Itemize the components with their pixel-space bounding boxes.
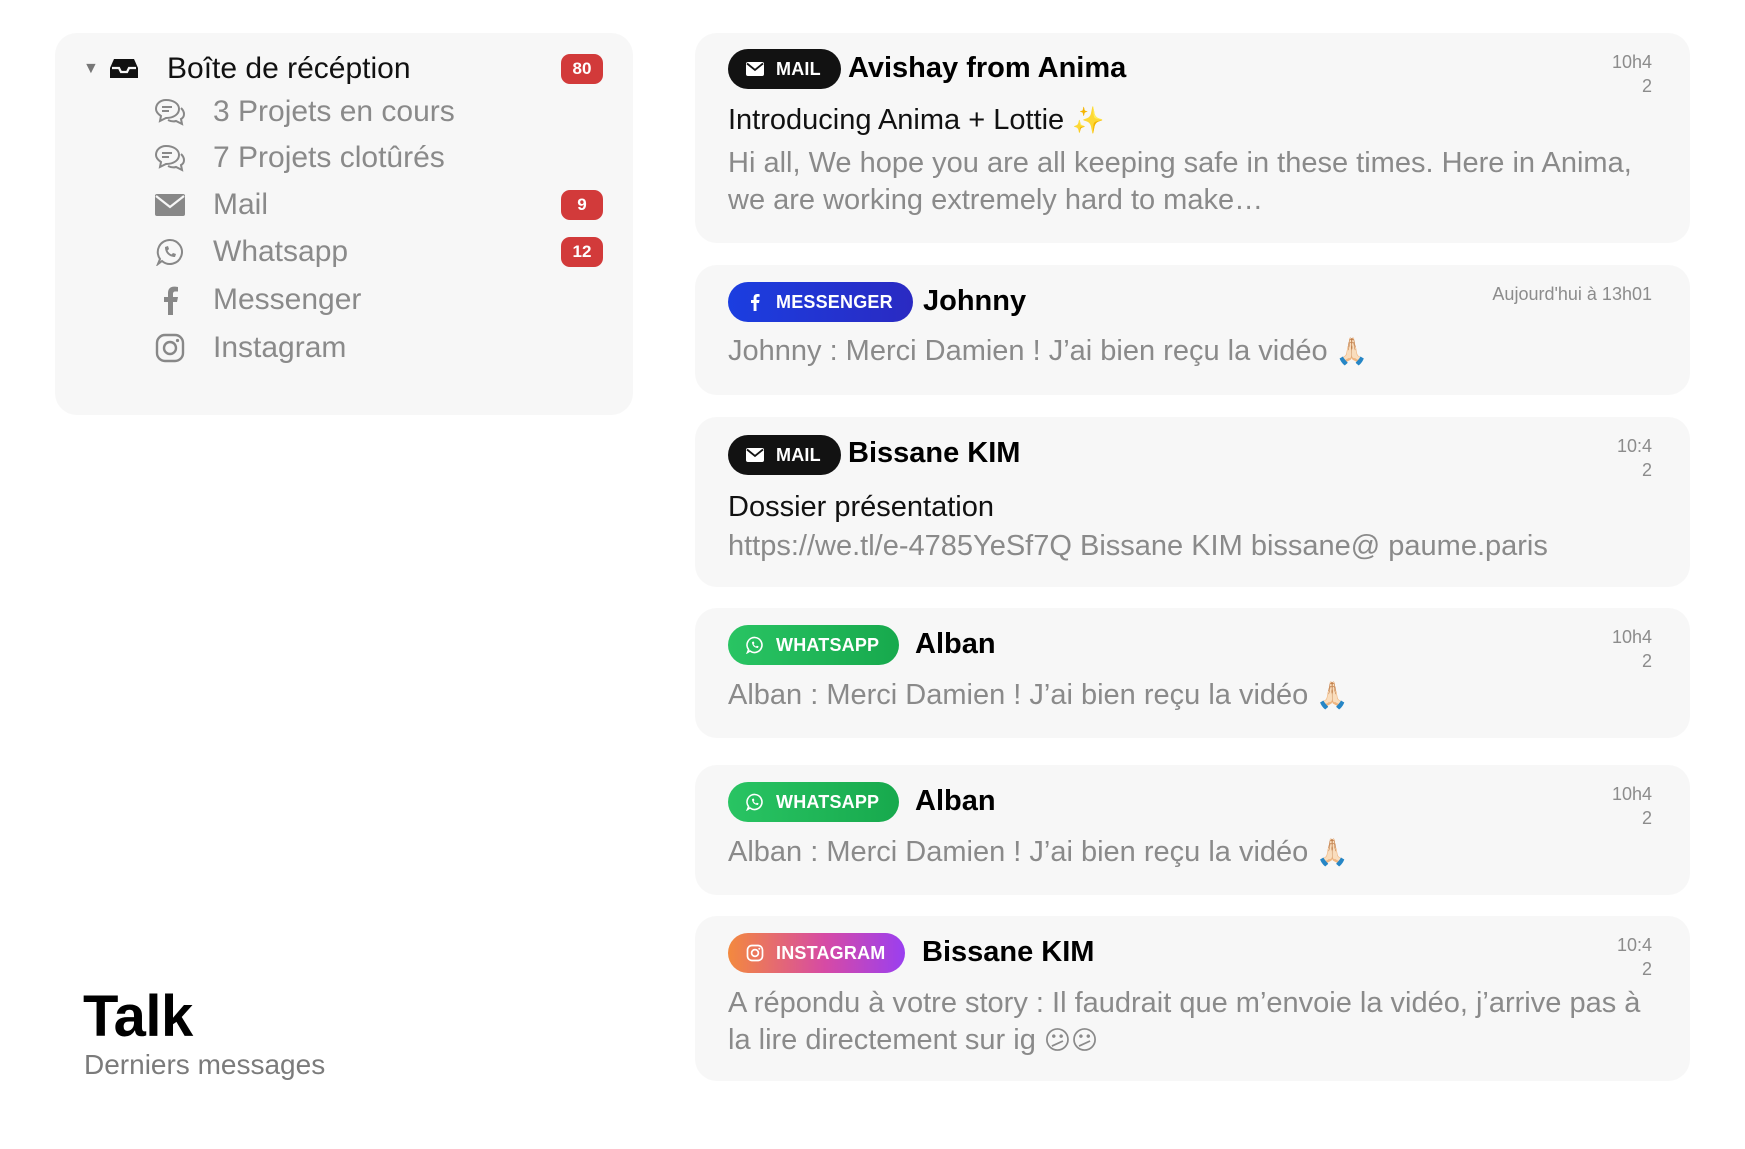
sidebar-item-label: Mail — [213, 188, 269, 221]
time-line: 2 — [1641, 651, 1652, 671]
chevron-down-icon[interactable]: ▼ — [83, 60, 109, 78]
message-card[interactable]: INSTAGRAM Bissane KIM 10:4 2 A répondu à… — [695, 916, 1690, 1081]
unread-count-badge: 9 — [561, 190, 603, 220]
message-time: 10h4 2 — [1582, 50, 1652, 98]
sidebar-item-instagram[interactable]: Instagram — [151, 328, 603, 368]
time-line: 2 — [1641, 76, 1652, 96]
message-time: Aujourd'hui à 13h01 — [1492, 284, 1652, 304]
chat-bubbles-icon — [151, 95, 189, 129]
preview-text: Johnny : Merci Damien ! J’ai bien reçu l… — [728, 335, 1328, 367]
sidebar-item-label: 7 Projets clotûrés — [213, 141, 445, 174]
whatsapp-icon — [746, 793, 764, 811]
message-preview: Johnny : Merci Damien ! J’ai bien reçu l… — [728, 333, 1654, 370]
unread-count-badge: 80 — [561, 54, 603, 84]
sidebar-item-label: Instagram — [213, 331, 347, 364]
message-card[interactable]: MAIL Avishay from Anima 10h4 2 Introduci… — [695, 33, 1690, 243]
message-time: 10h4 2 — [1582, 782, 1652, 830]
preview-text: Alban : Merci Damien ! J’ai bien reçu la… — [728, 836, 1309, 868]
message-card[interactable]: WHATSAPP Alban 10h4 2 Alban : Merci Dami… — [695, 608, 1690, 738]
envelope-icon — [151, 188, 189, 222]
channel-label: MAIL — [776, 444, 821, 465]
envelope-icon — [746, 60, 764, 78]
instagram-icon — [746, 944, 764, 962]
message-subject: Dossier présentation — [728, 491, 994, 523]
praying-hands-icon: 🙏🏻 — [1335, 336, 1369, 366]
time-line: 10h4 — [1611, 627, 1652, 647]
facebook-icon — [746, 293, 764, 311]
sidebar-item-whatsapp[interactable]: Whatsapp 12 — [151, 232, 603, 272]
confused-face-icon: 😕😕 — [1043, 1025, 1099, 1055]
time-line: 2 — [1641, 460, 1652, 480]
inbox-tray-icon — [109, 58, 141, 80]
sidebar-item-messenger[interactable]: Messenger — [151, 280, 603, 320]
preview-text: A répondu à votre story : Il faudrait qu… — [728, 987, 1641, 1056]
time-line: 10:4 — [1616, 935, 1652, 955]
channel-label: MAIL — [776, 58, 821, 79]
page-title: Talk — [83, 984, 193, 1049]
sidebar-item-mail[interactable]: Mail 9 — [151, 185, 603, 225]
sidebar-item-label: 3 Projets en cours — [213, 95, 455, 128]
channel-badge-mail: MAIL — [728, 435, 841, 475]
praying-hands-icon: 🙏🏻 — [1316, 837, 1349, 867]
channel-label: MESSENGER — [776, 291, 893, 312]
message-time: 10:4 2 — [1582, 933, 1652, 981]
instagram-icon — [151, 331, 189, 365]
sender-name: Bissane KIM — [848, 437, 1021, 469]
sender-name: Avishay from Anima — [848, 52, 1127, 84]
unread-count-badge: 12 — [561, 237, 603, 267]
sender-name: Alban — [915, 628, 996, 660]
sender-name: Bissane KIM — [922, 936, 1095, 968]
sidebar-item-inbox[interactable]: ▼ Boîte de récéption 80 — [83, 49, 603, 89]
channel-badge-whatsapp: WHATSAPP — [728, 782, 900, 822]
envelope-icon — [746, 446, 764, 464]
sidebar-item-label: Messenger — [213, 283, 362, 316]
channel-label: WHATSAPP — [776, 634, 880, 655]
time-line: 2 — [1641, 959, 1652, 979]
message-card[interactable]: WHATSAPP Alban 10h4 2 Alban : Merci Dami… — [695, 765, 1690, 895]
whatsapp-icon — [151, 235, 189, 269]
sidebar-item-projets-en-cours[interactable]: 3 Projets en cours — [151, 92, 603, 132]
message-preview: Hi all, We hope you are all keeping safe… — [728, 147, 1632, 216]
page-subtitle: Derniers messages — [84, 1049, 326, 1080]
message-time: 10:4 2 — [1582, 434, 1652, 482]
sidebar-item-label: Boîte de récéption — [167, 52, 411, 85]
subject-text: Introducing Anima + Lottie — [728, 104, 1065, 136]
time-line: 10:4 — [1616, 436, 1652, 456]
sender-name: Johnny — [923, 285, 1027, 317]
channel-badge-mail: MAIL — [728, 49, 841, 89]
message-preview: Alban : Merci Damien ! J’ai bien reçu la… — [728, 677, 1654, 714]
praying-hands-icon: 🙏🏻 — [1316, 680, 1349, 710]
chat-bubbles-icon — [151, 141, 189, 175]
time-line: 10h4 — [1611, 784, 1652, 804]
time-line: 10h4 — [1611, 52, 1652, 72]
message-time: 10h4 2 — [1582, 625, 1652, 673]
whatsapp-icon — [746, 636, 764, 654]
facebook-icon — [151, 283, 189, 317]
channel-label: INSTAGRAM — [776, 942, 886, 963]
preview-text: Alban : Merci Damien ! J’ai bien reçu la… — [728, 679, 1309, 711]
message-card[interactable]: MAIL Bissane KIM 10:4 2 Dossier présenta… — [695, 417, 1690, 587]
inbox-sidebar: ▼ Boîte de récéption 80 3 Projets en cou… — [55, 33, 633, 415]
sidebar-item-projets-clotures[interactable]: 7 Projets clotûrés — [151, 138, 603, 178]
sender-name: Alban — [915, 785, 996, 817]
message-card[interactable]: MESSENGER Johnny Aujourd'hui à 13h01 Joh… — [695, 265, 1690, 395]
channel-badge-instagram: INSTAGRAM — [728, 933, 906, 973]
sidebar-item-label: Whatsapp — [213, 235, 349, 268]
time-line: 2 — [1641, 808, 1652, 828]
sparkles-icon: ✨ — [1072, 105, 1105, 135]
message-preview: https://we.tl/e-4785YeSf7Q Bissane KIM b… — [728, 530, 1548, 562]
channel-badge-whatsapp: WHATSAPP — [728, 625, 900, 665]
channel-badge-messenger: MESSENGER — [728, 282, 913, 322]
message-preview: Alban : Merci Damien ! J’ai bien reçu la… — [728, 834, 1654, 871]
message-preview: A répondu à votre story : Il faudrait qu… — [728, 985, 1654, 1059]
message-subject: Introducing Anima + Lottie ✨ — [728, 104, 1105, 137]
channel-label: WHATSAPP — [776, 791, 880, 812]
